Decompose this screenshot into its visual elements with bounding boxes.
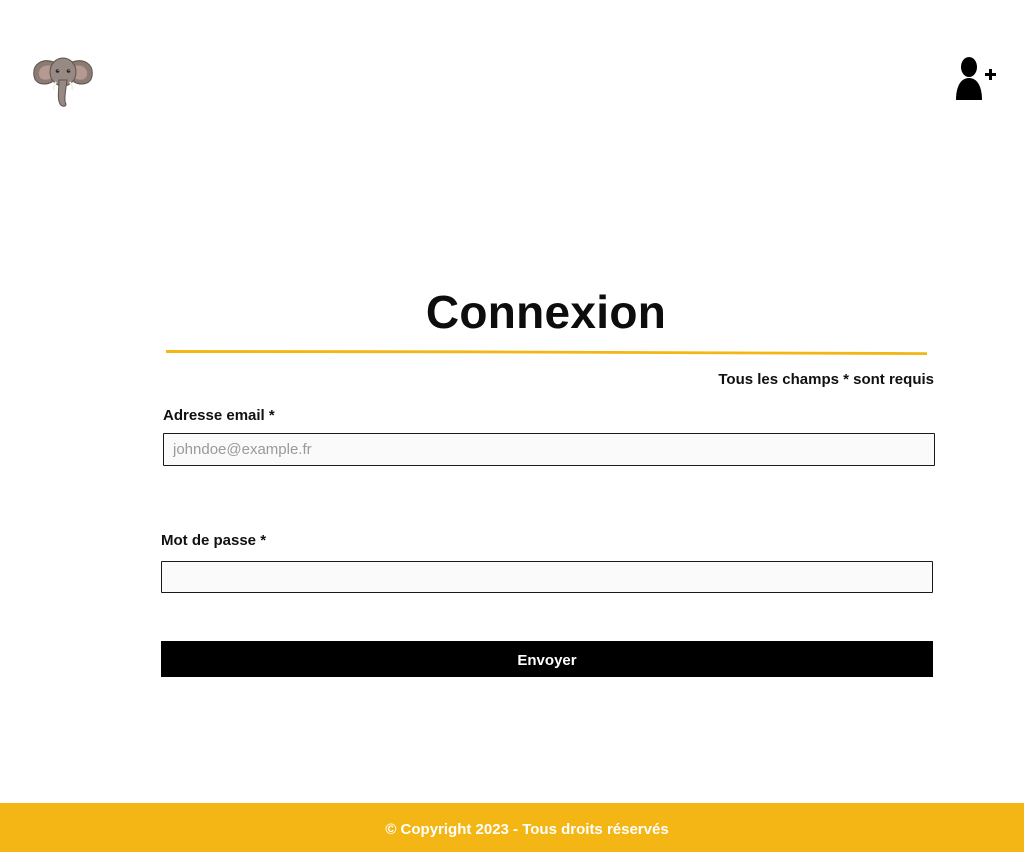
email-label: Adresse email * <box>163 407 275 424</box>
title-underline <box>166 350 927 355</box>
elephant-logo-icon <box>33 57 93 107</box>
home-logo-link[interactable] <box>32 52 94 110</box>
submit-button[interactable]: Envoyer <box>161 641 933 677</box>
signup-link[interactable] <box>954 56 998 102</box>
page-title: Connexion <box>425 286 667 338</box>
password-input[interactable] <box>161 561 933 593</box>
user-plus-icon <box>956 57 996 100</box>
password-label: Mot de passe * <box>161 532 267 549</box>
site-footer: © Copyright 2023 - Tous droits réservés <box>0 803 1024 852</box>
login-page: Connexion Tous les champs * sont requis … <box>0 0 1024 852</box>
copyright-text: © Copyright 2023 - Tous droits réservés <box>385 821 669 838</box>
email-input[interactable] <box>163 433 935 466</box>
required-fields-note: Tous les champs * sont requis <box>718 371 934 388</box>
